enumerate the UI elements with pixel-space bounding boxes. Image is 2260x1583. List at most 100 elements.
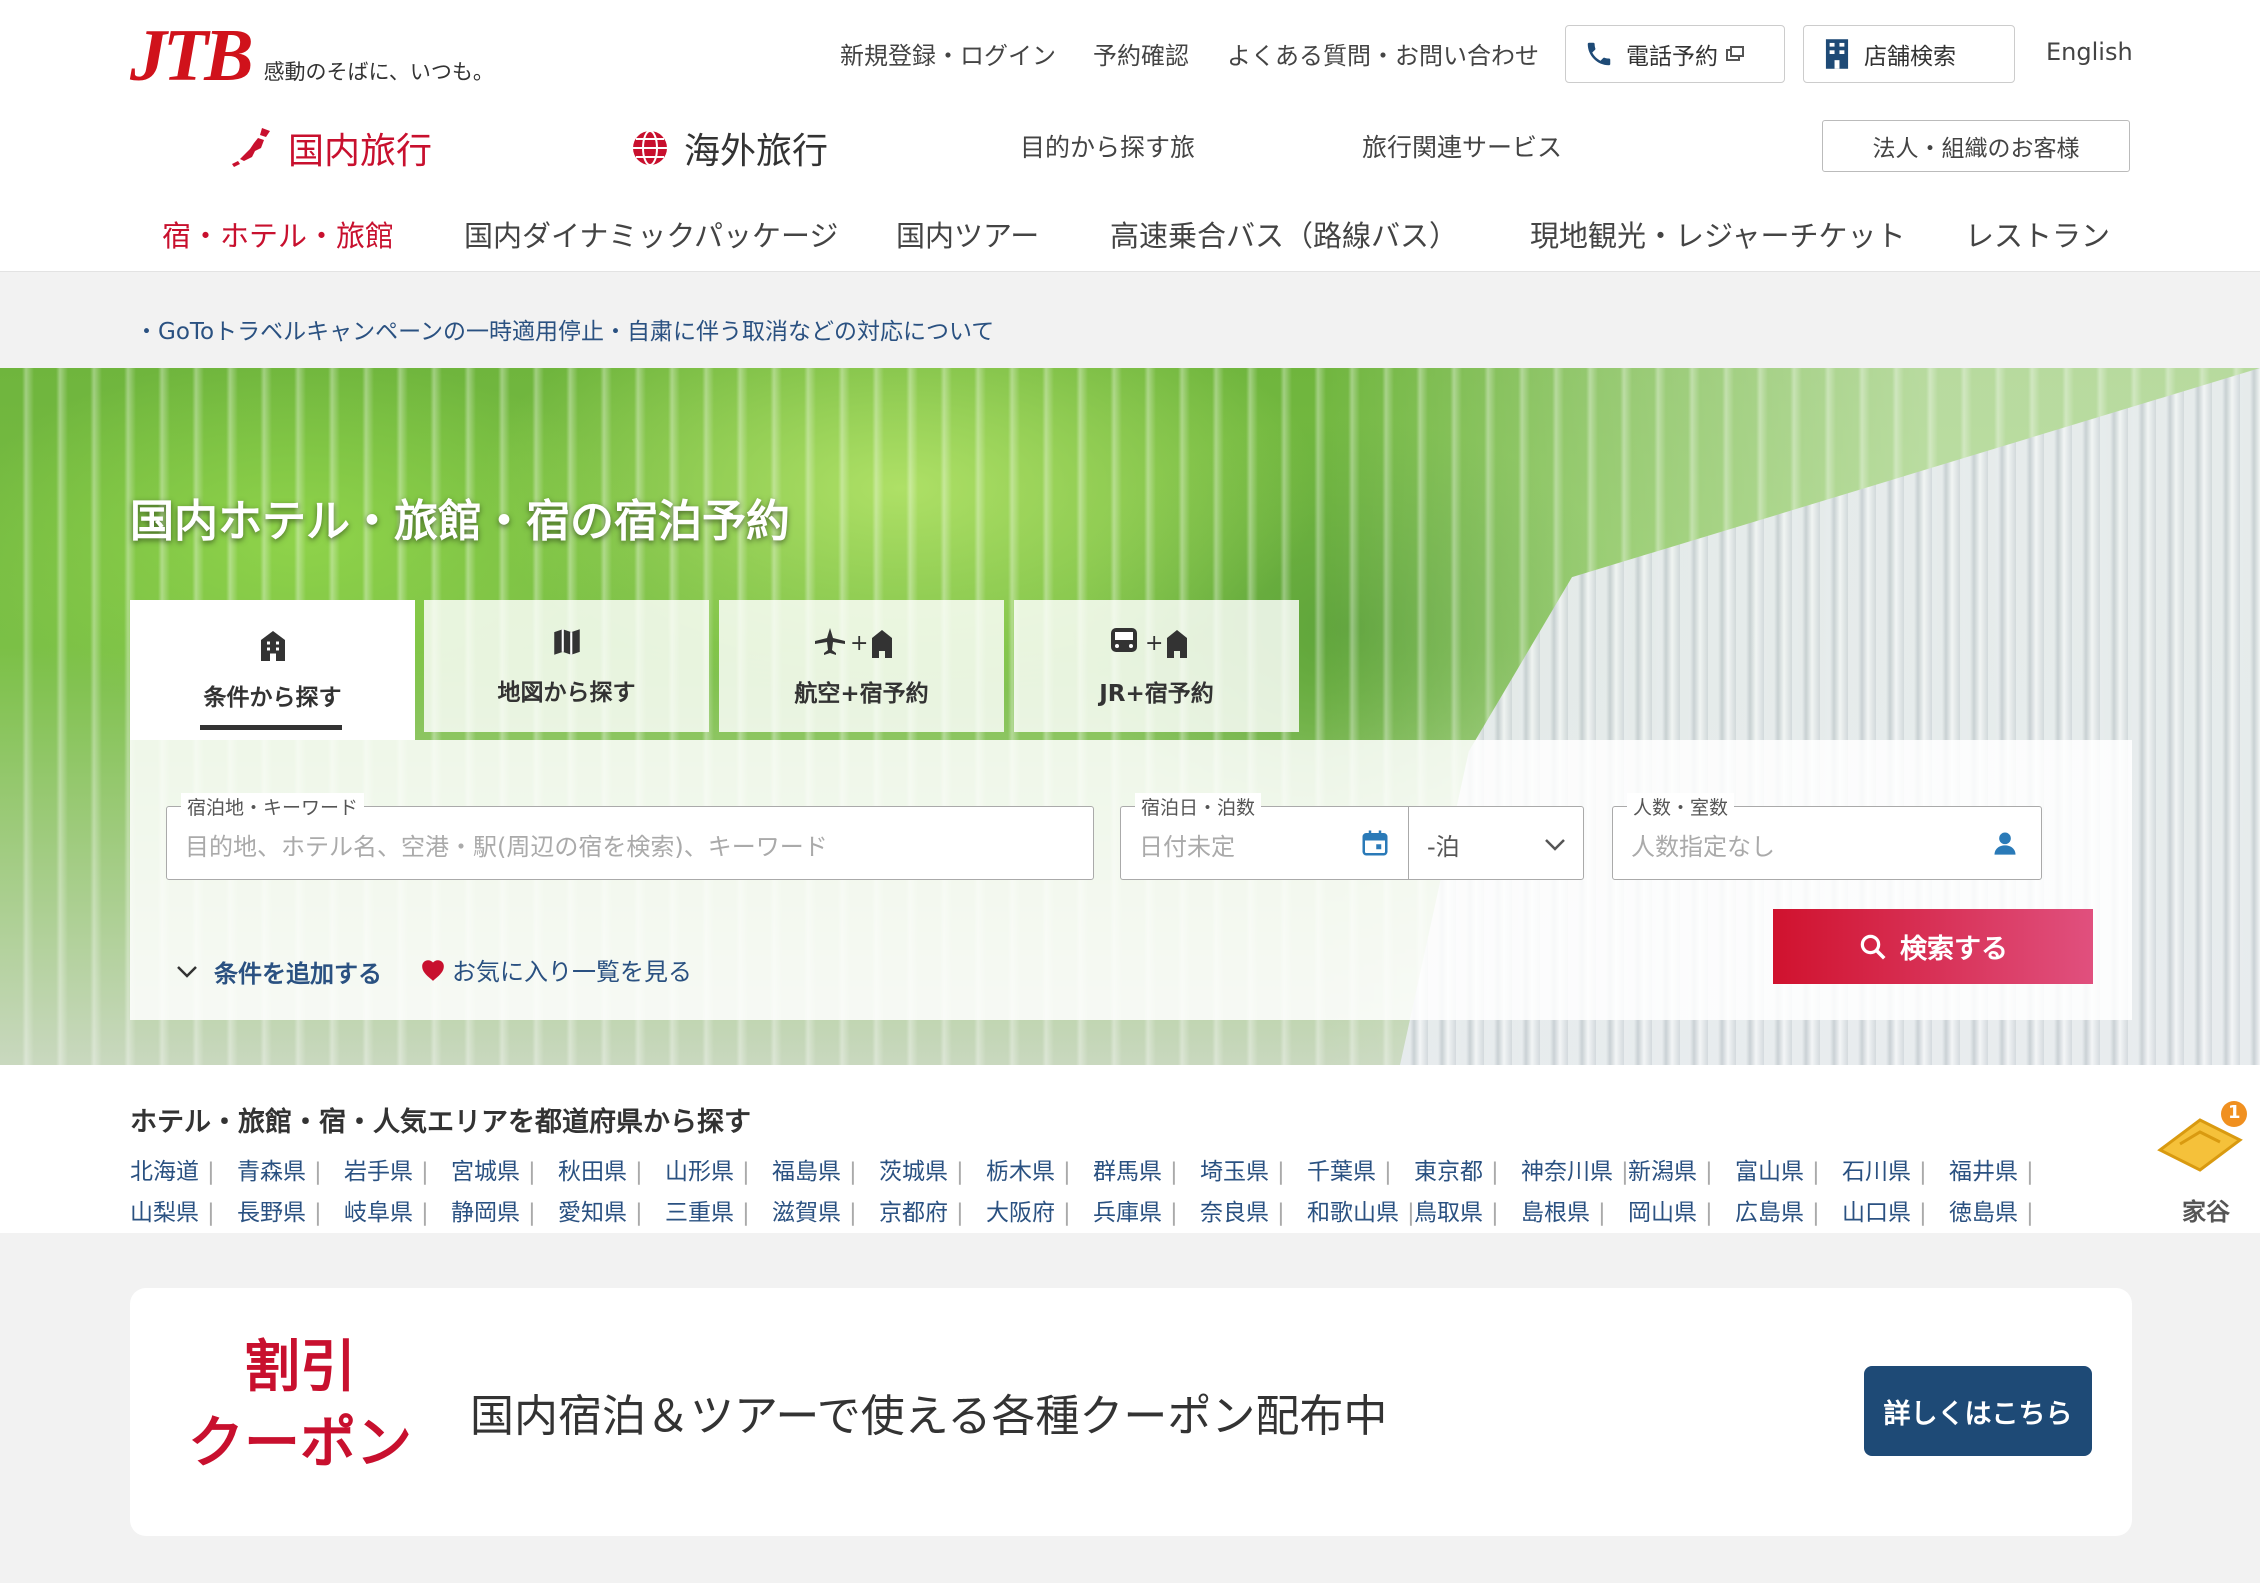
prefecture-link[interactable]: 三重県 <box>665 1193 772 1227</box>
japan-map-icon <box>232 128 270 167</box>
favorites-link[interactable]: お気に入り一覧を見る <box>420 952 692 987</box>
prefecture-link[interactable]: 長野県 <box>237 1193 344 1227</box>
phone-reservation-label: 電話予約 <box>1626 44 1718 70</box>
nav-leisure-tickets[interactable]: 現地観光・レジャーチケット <box>1530 213 1906 255</box>
svg-text:+: + <box>850 631 868 656</box>
prefecture-link[interactable]: 鳥取県 <box>1414 1193 1521 1227</box>
prefecture-link[interactable]: 新潟県 <box>1628 1152 1735 1186</box>
prefecture-link[interactable]: 滋賀県 <box>772 1193 879 1227</box>
date-label: 宿泊日・泊数 <box>1135 793 1262 820</box>
travel-services-link[interactable]: 旅行関連サービス <box>1362 128 1562 164</box>
prefecture-link[interactable]: 福井県 <box>1949 1152 2056 1186</box>
domestic-travel-label: 国内旅行 <box>288 131 433 172</box>
tab-label: 地図から探す <box>497 680 636 706</box>
purpose-travel-link[interactable]: 目的から探す旅 <box>1020 128 1195 164</box>
svg-text:+: + <box>1145 631 1163 656</box>
chevron-down-icon <box>1545 839 1565 851</box>
keyword-field[interactable]: 宿泊地・キーワード 目的地、ホテル名、空港・駅(周辺の宿を検索)、キーワード <box>166 793 1094 880</box>
building-icon <box>1825 39 1849 69</box>
globe-icon <box>633 130 667 166</box>
nav-hotels[interactable]: 宿・ホテル・旅館 <box>162 213 394 255</box>
tab-label: JR+宿予約 <box>1099 681 1214 707</box>
logo-mark: JTB <box>130 15 254 97</box>
prefecture-link[interactable]: 岡山県 <box>1628 1193 1735 1227</box>
nav-dynamic-package[interactable]: 国内ダイナミックパッケージ <box>464 213 838 255</box>
overseas-travel-tab[interactable]: 海外旅行 <box>630 122 828 174</box>
prefecture-link[interactable]: 秋田県 <box>558 1152 665 1186</box>
coupon-tag-line1: 割引 <box>244 1335 356 1400</box>
prefecture-link[interactable]: 大阪府 <box>986 1193 1093 1227</box>
active-tab-underline <box>200 725 342 730</box>
prefecture-link[interactable]: 神奈川県 <box>1521 1152 1628 1186</box>
prefecture-link[interactable]: 島根県 <box>1521 1193 1628 1227</box>
add-conditions-toggle[interactable]: 条件を追加する <box>176 954 382 989</box>
prefecture-link[interactable]: 山梨県 <box>130 1193 237 1227</box>
search-icon <box>1860 934 1886 959</box>
prefecture-link[interactable]: 広島県 <box>1735 1193 1842 1227</box>
phone-reservation-button[interactable]: 電話予約 <box>1565 25 1785 83</box>
phone-icon <box>1587 42 1611 66</box>
cart-button[interactable]: 1 家谷 <box>2150 1100 2250 1230</box>
tab-search-by-map[interactable]: 地図から探す <box>424 600 709 732</box>
goto-campaign-notice-link[interactable]: ・GoToトラベルキャンペーンの一時適用停止・自粛に伴う取消などの対応について <box>135 312 994 346</box>
prefecture-link[interactable]: 岩手県 <box>344 1152 451 1186</box>
chevron-down-icon <box>177 965 197 978</box>
nights-select[interactable]: -泊 <box>1408 806 1584 880</box>
overseas-travel-label: 海外旅行 <box>684 131 829 172</box>
heart-icon <box>422 959 444 981</box>
prefecture-link[interactable]: 徳島県 <box>1949 1193 2056 1227</box>
coupon-tag-line2: クーポン <box>188 1411 412 1476</box>
domestic-travel-tab[interactable]: 国内旅行 <box>228 122 432 174</box>
favorites-label: お気に入り一覧を見る <box>452 958 692 986</box>
search-button-label: 検索する <box>1900 934 2008 965</box>
tab-jr-plus-hotel[interactable]: + JR+宿予約 <box>1014 600 1299 732</box>
checkin-date-field[interactable]: 宿泊日・泊数 日付未定 <box>1120 793 1408 880</box>
prefecture-link[interactable]: 石川県 <box>1842 1152 1949 1186</box>
jtb-logo[interactable]: JTB 感動のそばに、いつも。 <box>130 18 494 94</box>
prefecture-link[interactable]: 岐阜県 <box>344 1193 451 1227</box>
search-button[interactable]: 検索する <box>1773 909 2093 984</box>
hero-title: 国内ホテル・旅館・宿の宿泊予約 <box>130 496 790 547</box>
prefecture-link[interactable]: 京都府 <box>879 1193 986 1227</box>
external-window-icon <box>1726 46 1744 61</box>
tab-air-plus-hotel[interactable]: + 航空+宿予約 <box>719 600 1004 732</box>
english-link[interactable]: English <box>2046 38 2133 66</box>
prefecture-link[interactable]: 群馬県 <box>1093 1152 1200 1186</box>
logo-tagline: 感動のそばに、いつも。 <box>263 60 494 84</box>
prefecture-link[interactable]: 和歌山県 <box>1307 1193 1414 1227</box>
tab-label: 航空+宿予約 <box>794 681 929 707</box>
reservation-check-link[interactable]: 予約確認 <box>1093 36 1189 71</box>
prefecture-link[interactable]: 千葉県 <box>1307 1152 1414 1186</box>
coupon-details-button[interactable]: 詳しくはこちら <box>1864 1366 2092 1456</box>
person-icon <box>1994 832 2016 855</box>
prefecture-link[interactable]: 福島県 <box>772 1152 879 1186</box>
store-search-button[interactable]: 店舗検索 <box>1803 25 2015 83</box>
people-rooms-field[interactable]: 人数・室数 人数指定なし <box>1612 793 2042 880</box>
nav-domestic-tour[interactable]: 国内ツアー <box>896 213 1039 255</box>
prefecture-link[interactable]: 栃木県 <box>986 1152 1093 1186</box>
prefecture-link[interactable]: 静岡県 <box>451 1193 558 1227</box>
prefecture-link[interactable]: 北海道 <box>130 1152 237 1186</box>
corporate-customers-button[interactable]: 法人・組織のお客様 <box>1822 120 2130 172</box>
prefecture-section-title: ホテル・旅館・宿・人気エリアを都道府県から探す <box>130 1107 751 1138</box>
prefecture-link[interactable]: 東京都 <box>1414 1152 1521 1186</box>
prefecture-link[interactable]: 奈良県 <box>1200 1193 1307 1227</box>
hotel-icon <box>260 631 285 661</box>
add-conditions-label: 条件を追加する <box>214 960 382 988</box>
tab-search-by-conditions[interactable]: 条件から探す <box>130 600 415 740</box>
prefecture-link[interactable]: 山形県 <box>665 1152 772 1186</box>
prefecture-link[interactable]: 愛知県 <box>558 1193 665 1227</box>
nav-highway-bus[interactable]: 高速乗合バス（路線バス） <box>1110 213 1458 255</box>
prefecture-link[interactable]: 富山県 <box>1735 1152 1842 1186</box>
faq-contact-link[interactable]: よくある質問・お問い合わせ <box>1227 36 1539 71</box>
prefecture-link[interactable]: 宮城県 <box>451 1152 558 1186</box>
plane-plus-hotel-icon: + <box>814 628 892 658</box>
nav-restaurant[interactable]: レストラン <box>1965 213 2110 255</box>
prefecture-link[interactable]: 青森県 <box>237 1152 344 1186</box>
prefecture-link[interactable]: 山口県 <box>1842 1193 1949 1227</box>
prefecture-link[interactable]: 茨城県 <box>879 1152 986 1186</box>
prefecture-link[interactable]: 埼玉県 <box>1200 1152 1307 1186</box>
prefecture-link[interactable]: 兵庫県 <box>1093 1193 1200 1227</box>
cart-badge: 1 <box>2228 1102 2241 1123</box>
register-login-link[interactable]: 新規登録・ログイン <box>840 36 1056 71</box>
